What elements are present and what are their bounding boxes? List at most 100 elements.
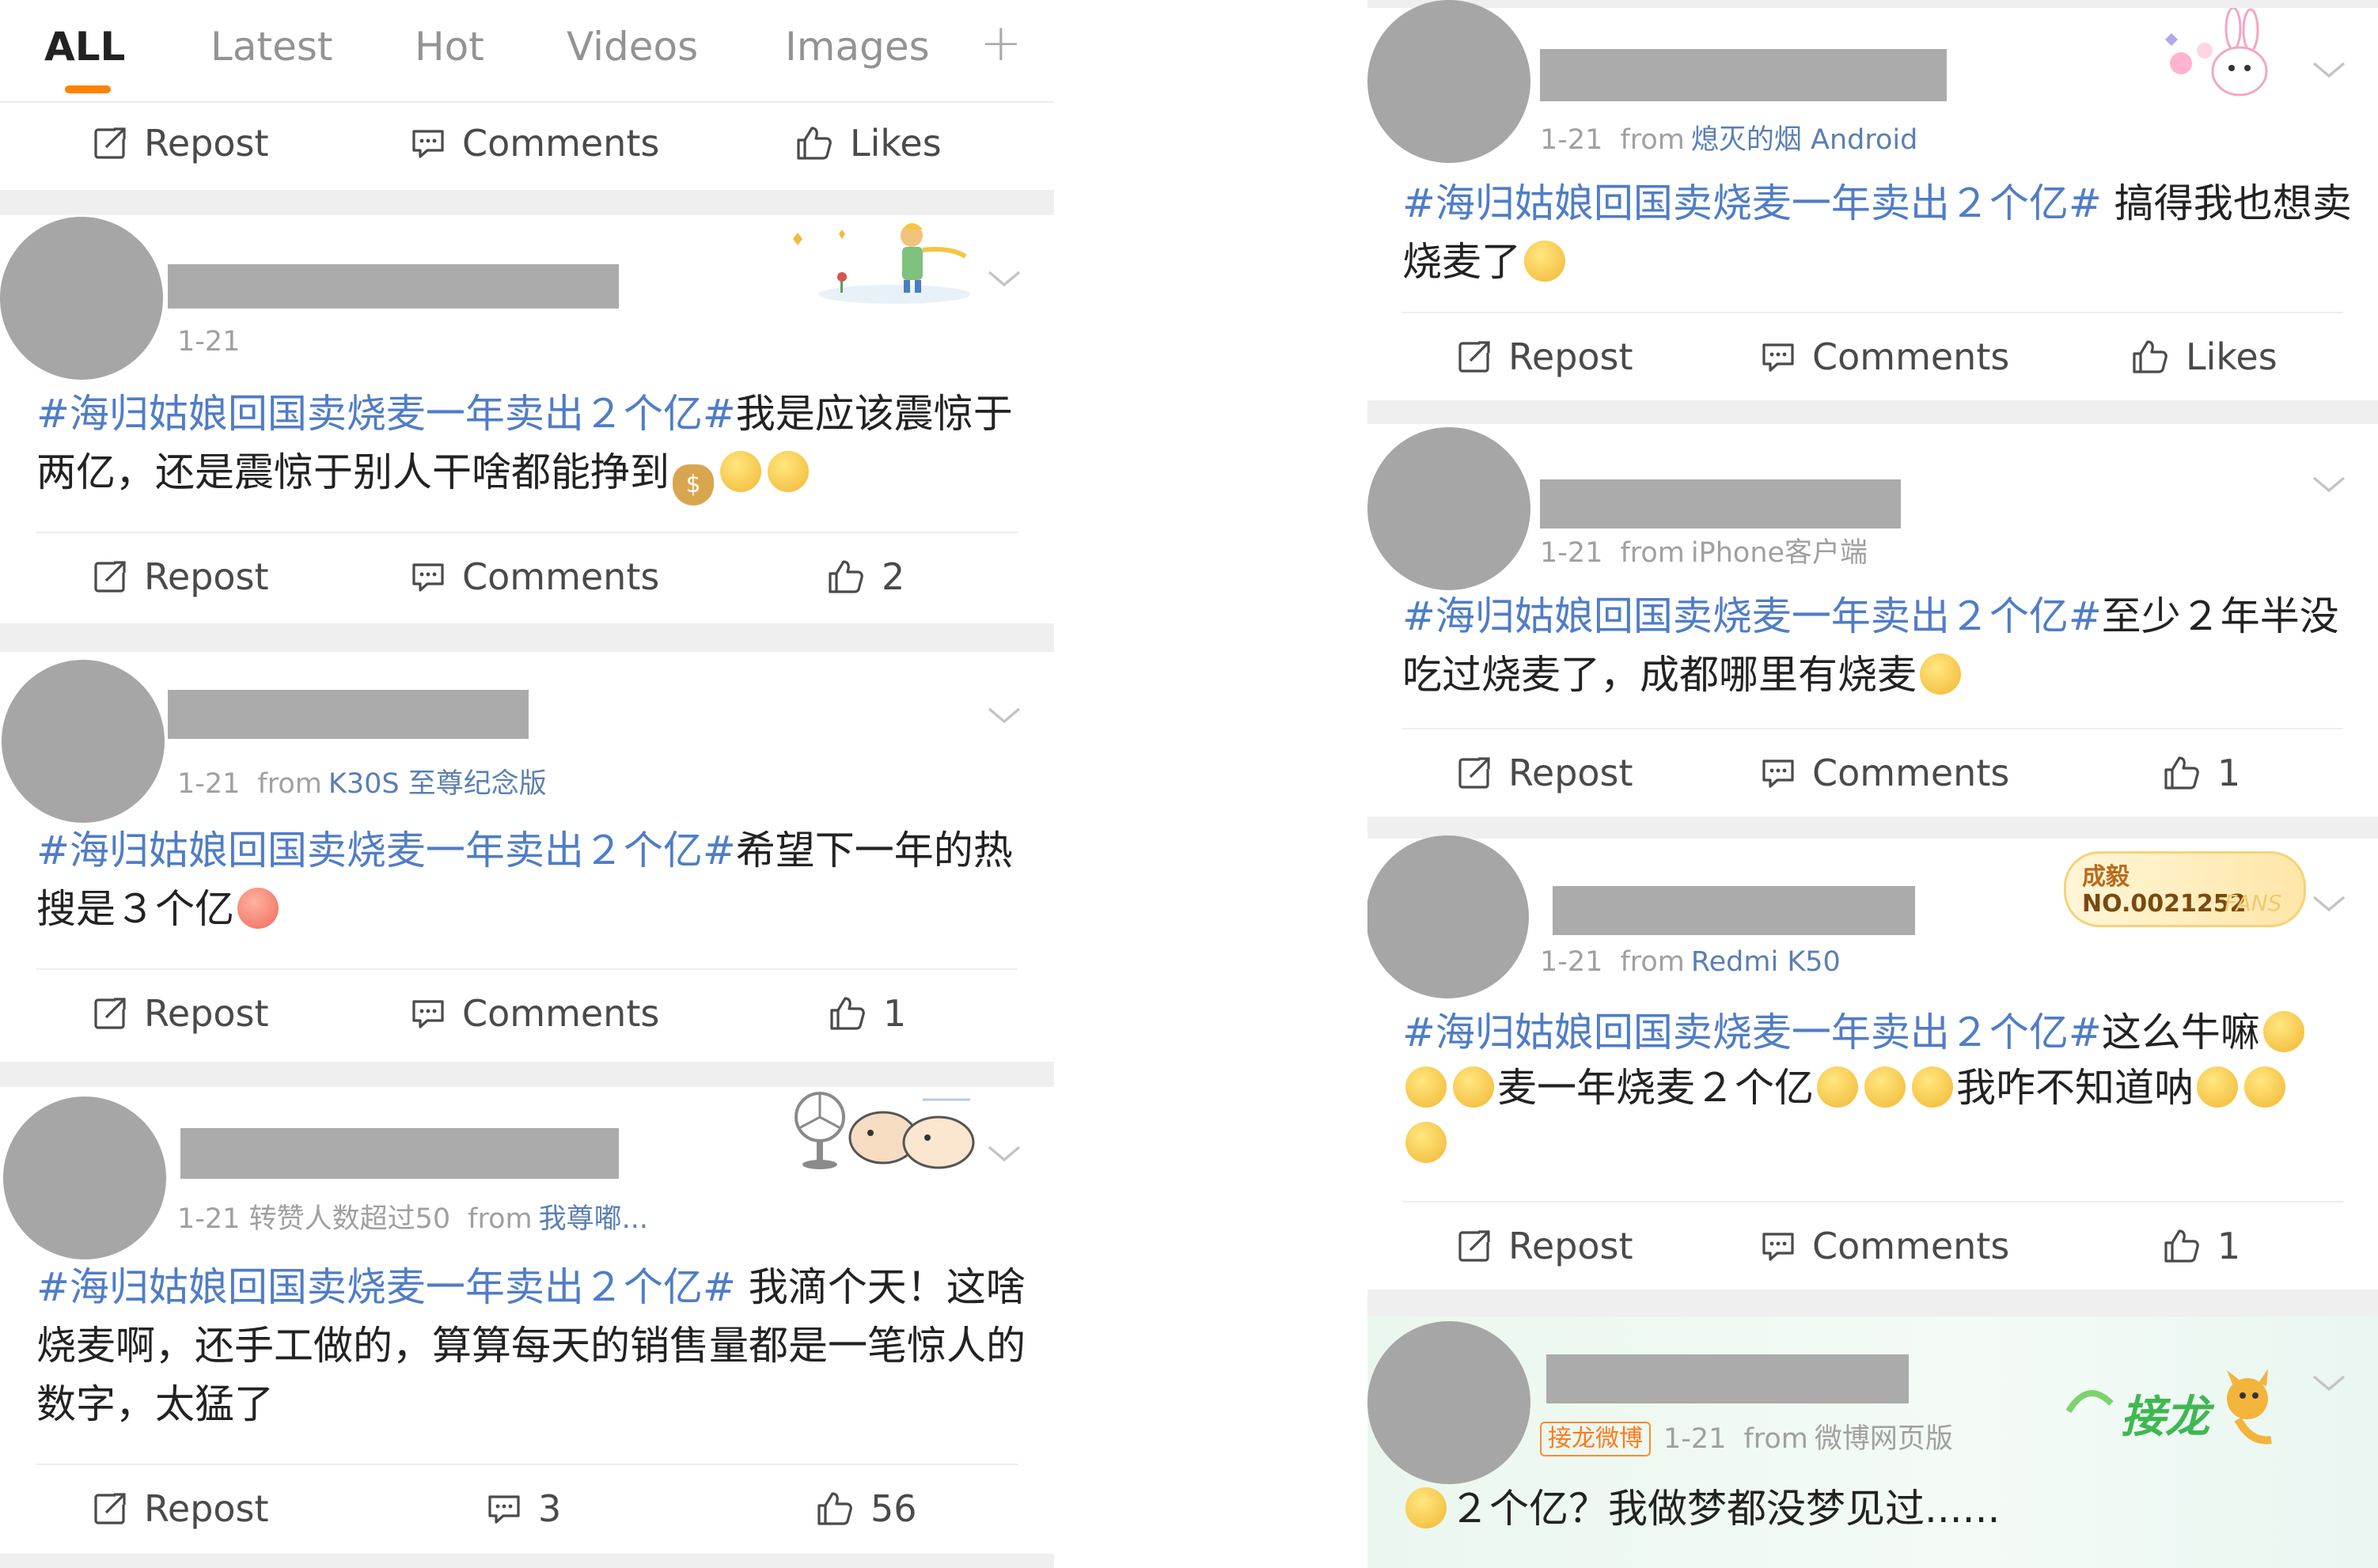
chevron-down-icon[interactable]: [986, 267, 1022, 290]
repost-icon: [1458, 341, 1490, 373]
likes-button[interactable]: Likes: [2130, 321, 2277, 392]
comments-button[interactable]: Comments: [1760, 737, 2009, 809]
feed-separator: [1367, 816, 2378, 839]
comment-icon: [412, 1000, 444, 1028]
avatar[interactable]: [1367, 427, 1530, 590]
likes-button[interactable]: 1: [828, 978, 906, 1049]
chevron-down-icon[interactable]: [2311, 473, 2347, 495]
avatar[interactable]: [0, 217, 163, 380]
chevron-down-icon[interactable]: [2311, 59, 2347, 81]
from-label: from: [1620, 946, 1685, 978]
post-text: 我咋不知道呐: [1956, 1065, 2194, 1111]
tab-hot[interactable]: Hot: [415, 24, 484, 70]
repost-icon: [1458, 757, 1490, 789]
action-bar: Repost 3 56: [0, 1473, 1054, 1544]
action-bar: Repost Comments 1: [1367, 737, 2378, 809]
repost-button[interactable]: Repost: [1456, 737, 1633, 809]
like-icon: [829, 560, 863, 593]
avatar[interactable]: [3, 1096, 166, 1259]
action-bar: Repost Comments 2: [0, 541, 1054, 612]
username-redacted[interactable]: [1540, 479, 1901, 528]
post-date: 1-21: [1540, 124, 1603, 156]
avatar[interactable]: [1367, 1321, 1530, 1484]
little-prince-decoration-icon: [783, 218, 970, 305]
comments-button[interactable]: Comments: [1760, 321, 2009, 392]
like-icon: [817, 1492, 852, 1525]
post-meta: 1-21 from Redmi K50: [1540, 946, 1841, 978]
column-gap: [1054, 0, 1367, 1568]
topic-hashtag-link[interactable]: #海归姑娘回国卖烧麦一年卖出２个亿#: [1402, 1009, 2102, 1055]
feed-post: 1-21 from K30S 至尊纪念版 #海归姑娘回国卖烧麦一年卖出２个亿#希望下…: [0, 652, 1054, 1062]
left-feed-column: ALL Latest Hot Videos Images + Repost Co…: [0, 0, 1054, 1568]
username-redacted[interactable]: [168, 690, 529, 739]
comments-button[interactable]: Comments: [410, 978, 659, 1049]
likes-count: 2: [882, 555, 905, 598]
repost-button[interactable]: Repost: [1456, 321, 1633, 392]
chevron-down-icon[interactable]: [986, 1142, 1022, 1165]
dizzy-face-emoji-icon: [1524, 241, 1565, 282]
tab-videos[interactable]: Videos: [567, 24, 698, 70]
username-redacted[interactable]: [180, 1128, 619, 1179]
comments-button[interactable]: Comments: [1760, 1210, 2009, 1282]
likes-button[interactable]: 56: [815, 1473, 917, 1544]
repost-button[interactable]: Repost: [92, 978, 269, 1049]
chevron-down-icon[interactable]: [2311, 892, 2347, 915]
grin-sweat-emoji-icon: [1864, 1066, 1906, 1108]
laughing-tears-emoji-icon: [2262, 1011, 2304, 1052]
username-redacted[interactable]: [168, 264, 619, 309]
fan-badge[interactable]: 成毅 NO.0021252 FANS: [2064, 851, 2306, 927]
comments-button[interactable]: Comments: [410, 108, 659, 179]
comment-icon: [488, 1495, 520, 1524]
post-source-link[interactable]: 熄灭的烟 Android: [1691, 124, 1917, 156]
post-text: ２个亿？我做梦都没梦见过......: [1450, 1486, 2001, 1532]
post-content: #海归姑娘回国卖烧麦一年卖出２个亿#我是应该震惊于两亿，还是震惊于别人干啥都能挣…: [36, 384, 1018, 506]
comments-label: Comments: [1812, 1225, 2010, 1267]
from-label: from: [1620, 537, 1685, 569]
like-icon: [830, 997, 865, 1030]
comments-button[interactable]: Comments: [410, 541, 659, 612]
topic-hashtag-link[interactable]: #海归姑娘回国卖烧麦一年卖出２个亿#: [1402, 180, 2102, 226]
shy-emoji-icon: [237, 888, 279, 929]
avatar[interactable]: [1367, 0, 1530, 163]
solitaire-weibo-tag[interactable]: 接龙微博: [1540, 1422, 1651, 1456]
add-tab-icon[interactable]: +: [980, 14, 1022, 73]
username-redacted[interactable]: [1553, 886, 1915, 935]
likes-button[interactable]: 1: [2162, 1210, 2240, 1282]
tab-images[interactable]: Images: [785, 24, 930, 70]
repost-button[interactable]: Repost: [92, 108, 269, 179]
crying-emoji-icon: [1405, 1487, 1447, 1528]
action-bar: Repost Comments Likes: [1367, 321, 2378, 392]
avatar[interactable]: [2, 660, 165, 823]
avatar[interactable]: [1367, 835, 1529, 998]
likes-label: Likes: [850, 122, 942, 165]
feed-separator: [0, 1062, 1054, 1087]
tab-latest[interactable]: Latest: [210, 24, 333, 70]
tab-all[interactable]: ALL: [44, 24, 125, 70]
chevron-down-icon[interactable]: [2311, 1372, 2347, 1394]
likes-button[interactable]: Likes: [795, 108, 942, 179]
topic-hashtag-link[interactable]: #海归姑娘回国卖烧麦一年卖出２个亿#: [36, 391, 736, 437]
chevron-down-icon[interactable]: [986, 704, 1022, 726]
post-source-text: 微博网页版: [1814, 1423, 1953, 1455]
username-redacted[interactable]: [1540, 49, 1947, 101]
post-meta: 1-21 转赞人数超过50 from 我尊嘟...: [177, 1196, 648, 1237]
post-source-link[interactable]: Redmi K50: [1691, 946, 1841, 978]
comments-button[interactable]: 3: [486, 1473, 561, 1544]
topic-hashtag-link[interactable]: #海归姑娘回国卖烧麦一年卖出２个亿#: [36, 1264, 736, 1310]
post-meta: 1-21 from 熄灭的烟 Android: [1540, 117, 1917, 157]
feed-post: 1-21 from iPhone客户端 #海归姑娘回国卖烧麦一年卖出２个亿#至少２年…: [1367, 424, 2378, 816]
post-date: 1-21: [1663, 1423, 1727, 1455]
post-source-link[interactable]: K30S 至尊纪念版: [328, 768, 547, 800]
likes-count: 1: [2217, 1225, 2241, 1267]
repost-button[interactable]: Repost: [1456, 1210, 1633, 1282]
likes-button[interactable]: 2: [826, 541, 905, 612]
repost-label: Repost: [144, 1487, 269, 1530]
comments-count: 3: [538, 1487, 562, 1530]
topic-hashtag-link[interactable]: #海归姑娘回国卖烧麦一年卖出２个亿#: [36, 828, 736, 873]
post-source-link[interactable]: 我尊嘟...: [539, 1203, 648, 1235]
username-redacted[interactable]: [1546, 1354, 1909, 1403]
repost-button[interactable]: Repost: [92, 541, 269, 612]
topic-hashtag-link[interactable]: #海归姑娘回国卖烧麦一年卖出２个亿#: [1402, 593, 2102, 639]
likes-button[interactable]: 1: [2162, 737, 2240, 809]
repost-button[interactable]: Repost: [92, 1473, 269, 1544]
